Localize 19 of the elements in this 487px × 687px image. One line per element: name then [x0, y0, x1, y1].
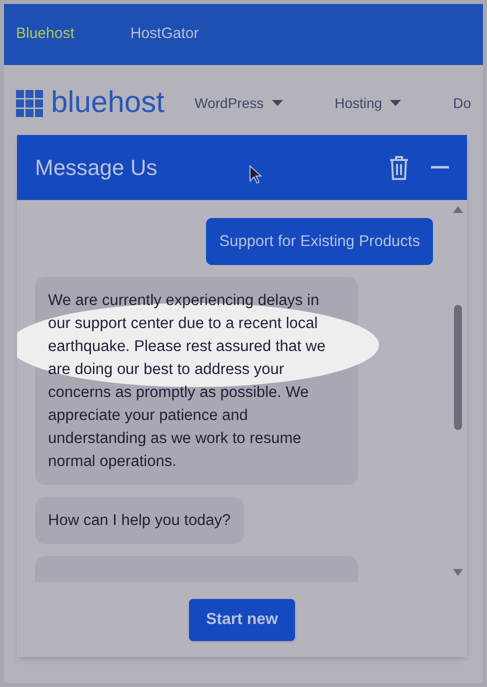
- chat-title: Message Us: [35, 154, 158, 182]
- scroll-down-icon: [453, 569, 463, 576]
- start-new-button[interactable]: Start new: [189, 598, 295, 640]
- site-link[interactable]: HostGator: [130, 23, 199, 46]
- nav-item[interactable]: Do: [453, 92, 471, 114]
- caret-icon: [390, 100, 402, 106]
- scrollbar-thumb[interactable]: [454, 305, 462, 430]
- nav-item[interactable]: WordPress: [194, 92, 283, 114]
- logo-wordmark: bluehost: [51, 88, 164, 118]
- cursor-icon: [249, 165, 262, 184]
- agent-message: How can I help you today?: [35, 497, 244, 544]
- user-message: Support for Existing Products: [206, 218, 433, 266]
- scroll-up-icon: [453, 206, 463, 213]
- nav-item[interactable]: Hosting: [334, 92, 402, 114]
- trash-icon[interactable]: [389, 156, 409, 180]
- caret-icon: [272, 100, 283, 106]
- site-link[interactable]: Bluehost: [16, 23, 74, 46]
- grid-logo-icon: [16, 90, 43, 116]
- minimize-icon[interactable]: [431, 166, 449, 169]
